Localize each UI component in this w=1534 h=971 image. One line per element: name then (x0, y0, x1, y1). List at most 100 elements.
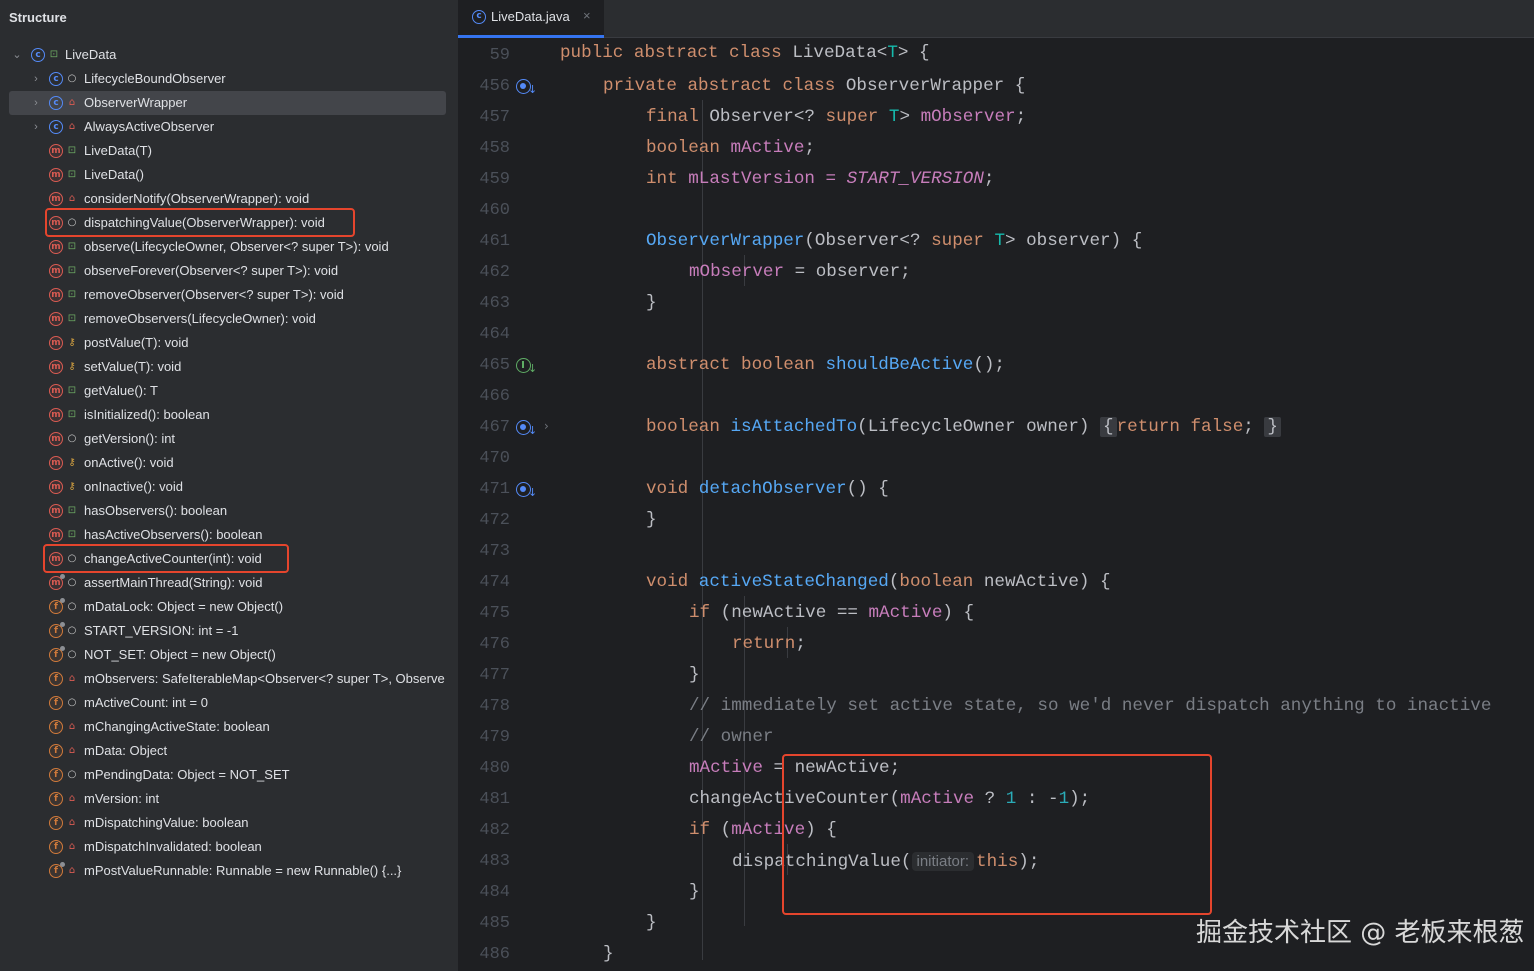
method-icon: m (49, 240, 63, 254)
line-number-gutter: 59 456 ↓ 457 458 459 460 461 462 463 464 465 ↓ 466 467… (458, 38, 558, 971)
tree-item-label: hasObservers(): boolean (84, 503, 228, 518)
code-line-459: int mLastVersion = START_VERSION; (646, 169, 995, 189)
tree-item[interactable]: m ○ assertMainThread(String): void (0, 571, 458, 595)
line-number: 475 (479, 604, 510, 623)
code-line-467: boolean isAttachedTo(LifecycleOwner owne… (646, 412, 1281, 443)
tree-item[interactable]: m ○ getVersion(): int (0, 427, 458, 451)
tree-item[interactable]: f ○ NOT_SET: Object = new Object() (0, 643, 458, 667)
line-number: 484 (479, 883, 510, 902)
tree-item[interactable]: f ⌂ mData: Object (0, 739, 458, 763)
code-line-456: private abstract class ObserverWrapper { (603, 76, 1026, 96)
line-number: 459 (479, 170, 510, 189)
tree-item[interactable]: f ⌂ mPostValueRunnable: Runnable = new Run… (0, 859, 458, 883)
tree-item[interactable]: m ⚷ onInactive(): void (0, 475, 458, 499)
implemented-method-icon[interactable]: ↓ (516, 356, 538, 376)
method-icon: m (49, 360, 63, 374)
tree-item[interactable]: › c ○ LifecycleBoundObserver (0, 67, 458, 91)
tree-item[interactable]: f ○ mActiveCount: int = 0 (0, 691, 458, 715)
folded-region-start[interactable]: { (1100, 417, 1117, 437)
tree-item[interactable]: m ⊡ isInitialized(): boolean (0, 403, 458, 427)
tree-item[interactable]: m ⚷ postValue(T): void (0, 331, 458, 355)
tree-item[interactable]: f ⌂ mVersion: int (0, 787, 458, 811)
method-icon: m (49, 168, 63, 182)
tree-item[interactable]: f ⌂ mDispatchInvalidated: boolean (0, 835, 458, 859)
package-visibility-icon: ○ (67, 73, 77, 84)
tree-item-label: NOT_SET: Object = new Object() (84, 647, 276, 662)
overridden-method-icon[interactable]: ↓ (516, 480, 538, 500)
folded-region-end[interactable]: } (1264, 417, 1281, 437)
tree-item[interactable]: f ○ mDataLock: Object = new Object() (0, 595, 458, 619)
field-icon: f (49, 672, 63, 686)
field-icon: f (49, 744, 63, 758)
tree-item[interactable]: m ⌂ considerNotify(ObserverWrapper): void (0, 187, 458, 211)
tree-item[interactable]: m ⊡ hasActiveObservers(): boolean (0, 523, 458, 547)
package-visibility-icon: ○ (67, 433, 77, 444)
field-icon: f (49, 768, 63, 782)
tree-item-label: hasActiveObservers(): boolean (84, 527, 263, 542)
method-icon: m (49, 216, 63, 230)
tree-item[interactable]: m ⊡ observe(LifecycleOwner, Observer<? sup… (0, 235, 458, 259)
private-visibility-icon: ⌂ (68, 721, 76, 732)
line-number: 467 (479, 418, 510, 437)
code-line-486: } (603, 944, 614, 964)
code-line-471: void detachObserver() { (646, 479, 889, 499)
tree-item[interactable]: m ⚷ onActive(): void (0, 451, 458, 475)
tab-livedata-java[interactable]: c LiveData.java × (458, 0, 604, 38)
method-icon: m (49, 504, 63, 518)
tree-item[interactable]: m ⊡ LiveData(T) (0, 139, 458, 163)
private-visibility-icon: ⌂ (68, 121, 76, 132)
tree-item[interactable]: f ⌂ mChangingActiveState: boolean (0, 715, 458, 739)
tree-item[interactable]: m ⊡ observeForever(Observer<? super T>): v… (0, 259, 458, 283)
protected-visibility-icon: ⚷ (68, 481, 76, 492)
tree-item[interactable]: m ○ dispatchingValue(ObserverWrapper): voi… (0, 211, 458, 235)
tree-item-label: dispatchingValue(ObserverWrapper): void (84, 215, 325, 230)
tree-item[interactable]: m ⊡ removeObservers(LifecycleOwner): void (0, 307, 458, 331)
field-icon: f (49, 720, 63, 734)
field-icon: f (49, 622, 65, 638)
code-line-458: boolean mActive; (646, 138, 815, 158)
overridden-method-icon[interactable]: ↓ (516, 418, 538, 438)
class-icon: c (49, 120, 63, 134)
line-number: 476 (479, 635, 510, 654)
tree-item[interactable]: m ⚷ setValue(T): void (0, 355, 458, 379)
package-visibility-icon: ○ (67, 697, 77, 708)
chevron-right-icon[interactable]: › (30, 67, 42, 91)
tree-item[interactable]: › c ⌂ ObserverWrapper (0, 91, 458, 115)
code-line-465: abstract boolean shouldBeActive(); (646, 355, 1005, 375)
close-icon[interactable]: × (583, 8, 591, 23)
fold-chevron-icon[interactable]: › (544, 419, 549, 433)
tree-item[interactable]: m ○ changeActiveCounter(int): void (0, 547, 458, 571)
code-area[interactable]: public abstract class LiveData<T> { priv… (558, 38, 1534, 971)
tree-item[interactable]: f ○ START_VERSION: int = -1 (0, 619, 458, 643)
tree-item[interactable]: m ⊡ hasObservers(): boolean (0, 499, 458, 523)
chevron-down-icon[interactable]: ⌄ (11, 43, 23, 67)
tree-item[interactable]: m ⊡ LiveData() (0, 163, 458, 187)
tree-item-label: getValue(): T (84, 383, 158, 398)
line-number: 463 (479, 294, 510, 313)
field-icon: f (49, 840, 63, 854)
tree-item-label: LifecycleBoundObserver (84, 71, 226, 86)
tree-item[interactable]: m ⊡ removeObserver(Observer<? super T>): v… (0, 283, 458, 307)
field-icon: f (49, 792, 63, 806)
tree-item[interactable]: f ⌂ mDispatchingValue: boolean (0, 811, 458, 835)
tree-item[interactable]: › c ⌂ AlwaysActiveObserver (0, 115, 458, 139)
tree-item[interactable]: f ○ mPendingData: Object = NOT_SET (0, 763, 458, 787)
package-visibility-icon: ○ (67, 577, 77, 588)
tree-item[interactable]: m ⊡ getValue(): T (0, 379, 458, 403)
tree-item-label: mPostValueRunnable: Runnable = new Runna… (84, 863, 402, 878)
line-number: 477 (479, 666, 510, 685)
package-visibility-icon: ○ (67, 217, 77, 228)
overridden-method-icon[interactable]: ↓ (516, 77, 538, 97)
tree-root-livedata[interactable]: ⌄ c ⊡ LiveData (0, 43, 458, 67)
public-visibility-icon: ⊡ (49, 49, 59, 60)
class-icon: c (49, 72, 63, 86)
tree-item-label: removeObservers(LifecycleOwner): void (84, 311, 316, 326)
private-visibility-icon: ⌂ (68, 97, 76, 108)
chevron-right-icon[interactable]: › (30, 91, 42, 115)
method-icon: m (49, 336, 63, 350)
chevron-right-icon[interactable]: › (30, 115, 42, 139)
code-line-463: } (646, 293, 657, 313)
code-line-461: ObserverWrapper(Observer<? super T> obse… (646, 231, 1143, 251)
tree-item[interactable]: f ⌂ mObservers: SafeIterableMap<Observer<?… (0, 667, 458, 691)
class-icon: c (49, 96, 63, 110)
